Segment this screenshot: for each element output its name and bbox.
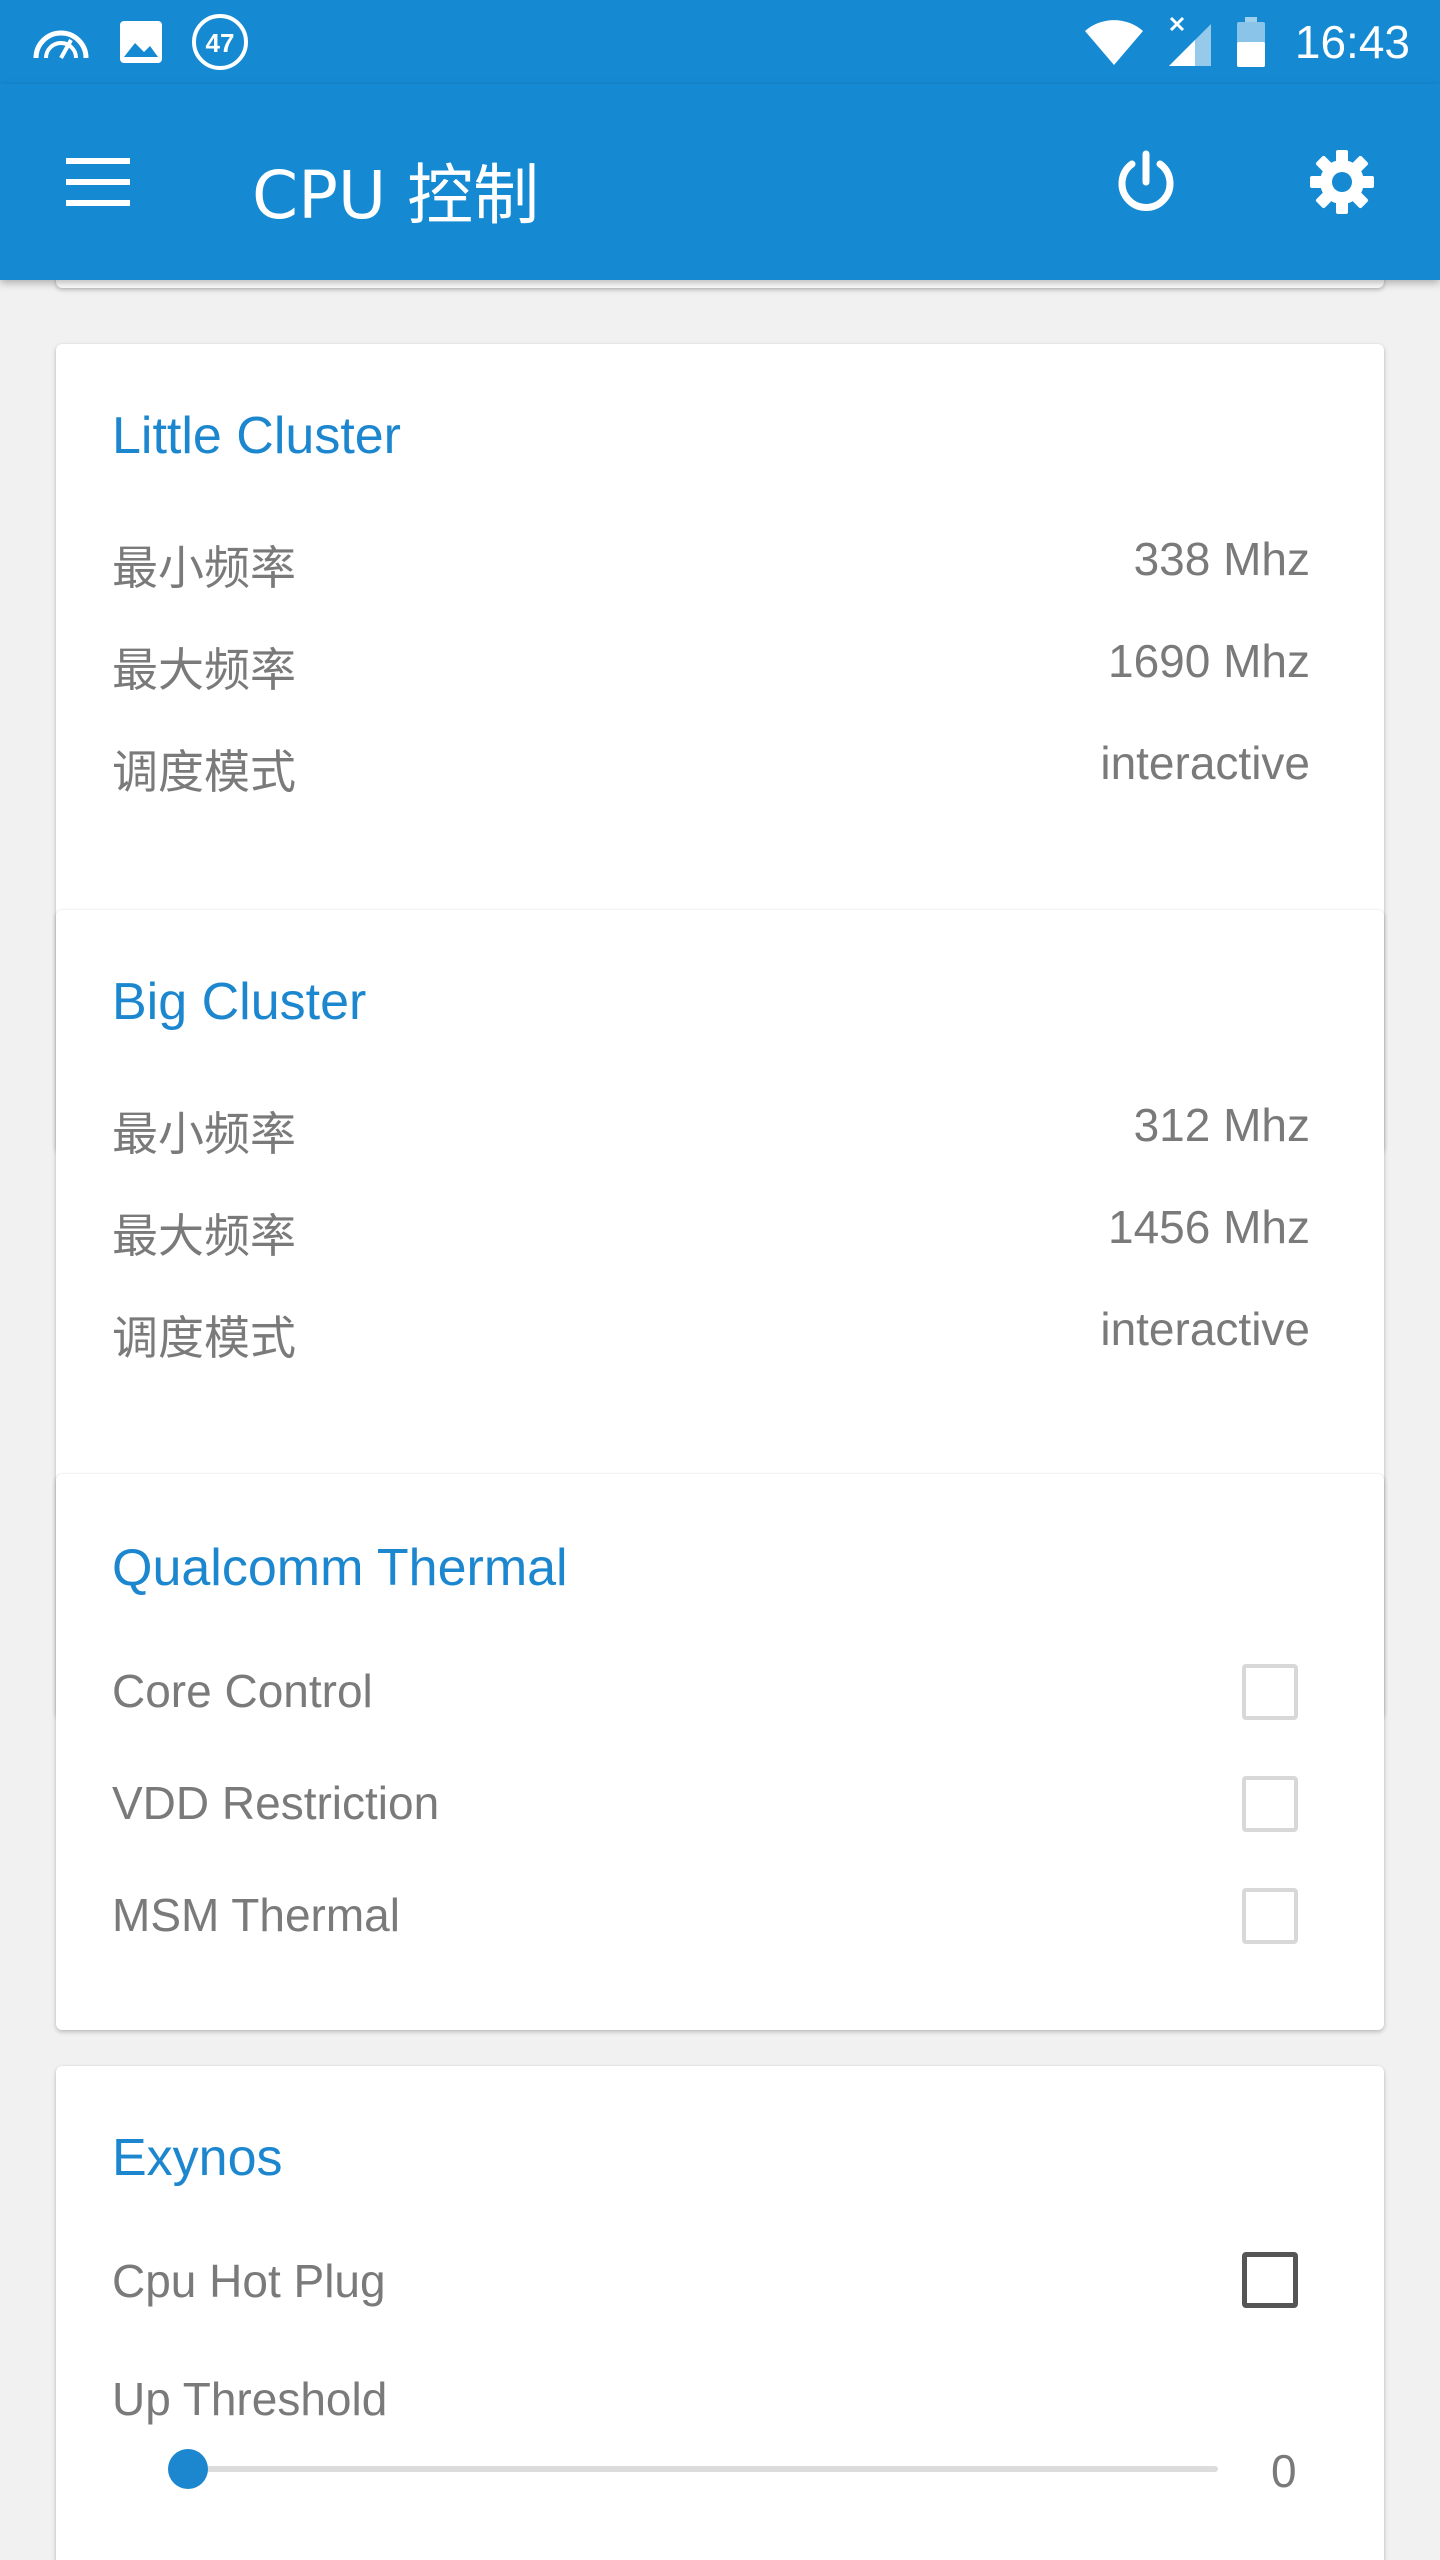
up-threshold-value: 0 xyxy=(1271,2445,1297,2497)
row-label: 最大频率 xyxy=(112,643,296,697)
row-value: 1456 Mhz xyxy=(1107,1201,1310,1253)
vdd-restriction-checkbox[interactable] xyxy=(1242,1776,1298,1832)
status-icons-left: 47 xyxy=(30,10,276,74)
row-value: interactive xyxy=(1100,1303,1310,1355)
speedometer-icon xyxy=(30,18,92,66)
content-scroll[interactable]: Little Cluster 最小频率 338 Mhz 最大频率 1690 Mh… xyxy=(0,280,1440,2560)
previous-card xyxy=(56,280,1384,288)
card-title: Exynos xyxy=(112,2129,283,2187)
up-threshold-slider[interactable] xyxy=(168,2466,1218,2472)
cpu-hot-plug-checkbox[interactable] xyxy=(1242,2252,1298,2308)
row-value: 312 Mhz xyxy=(1133,1099,1310,1151)
row-label: 调度模式 xyxy=(112,1311,296,1365)
row-label: Cpu Hot Plug xyxy=(112,2255,386,2307)
row-label: MSM Thermal xyxy=(112,1889,400,1941)
row-label: 最小频率 xyxy=(112,1107,296,1161)
power-button[interactable] xyxy=(1110,146,1182,218)
core-control-checkbox[interactable] xyxy=(1242,1664,1298,1720)
row-value: 338 Mhz xyxy=(1133,533,1310,585)
menu-icon xyxy=(66,158,130,206)
row-value: interactive xyxy=(1100,737,1310,789)
row-label: Core Control xyxy=(112,1665,373,1717)
row-label: 调度模式 xyxy=(112,745,296,799)
card-title: Qualcomm Thermal xyxy=(112,1539,568,1597)
signal-icon xyxy=(1165,16,1215,68)
row-value: 1690 Mhz xyxy=(1107,635,1310,687)
row-label: 最大频率 xyxy=(112,1209,296,1263)
app-bar: CPU 控制 xyxy=(0,84,1440,280)
row-label: VDD Restriction xyxy=(112,1777,440,1829)
image-icon xyxy=(118,19,164,65)
badge-icon: 47 xyxy=(190,12,250,72)
status-bar: 47 16:43 xyxy=(0,0,1440,84)
card-title: Little Cluster xyxy=(112,407,401,465)
power-icon xyxy=(1118,150,1174,211)
card-title: Big Cluster xyxy=(112,973,367,1031)
up-threshold-label: Up Threshold xyxy=(112,2373,388,2425)
msm-thermal-checkbox[interactable] xyxy=(1242,1888,1298,1944)
clock: 16:43 xyxy=(1294,16,1410,68)
row-label: 最小频率 xyxy=(112,541,296,595)
slider-thumb[interactable] xyxy=(168,2449,208,2489)
menu-button[interactable] xyxy=(64,152,132,212)
card-qualcomm-thermal: Qualcomm Thermal Core Control VDD Restri… xyxy=(56,1474,1384,2030)
page-title: CPU 控制 xyxy=(252,157,540,234)
battery-icon xyxy=(1235,16,1267,68)
wifi-icon xyxy=(1083,17,1145,67)
settings-button[interactable] xyxy=(1306,146,1378,218)
gear-icon xyxy=(1310,150,1374,214)
card-exynos: Exynos Cpu Hot Plug Up Threshold 0 xyxy=(56,2066,1384,2560)
badge-number: 47 xyxy=(206,28,235,58)
status-icons-right: 16:43 xyxy=(1063,10,1410,74)
